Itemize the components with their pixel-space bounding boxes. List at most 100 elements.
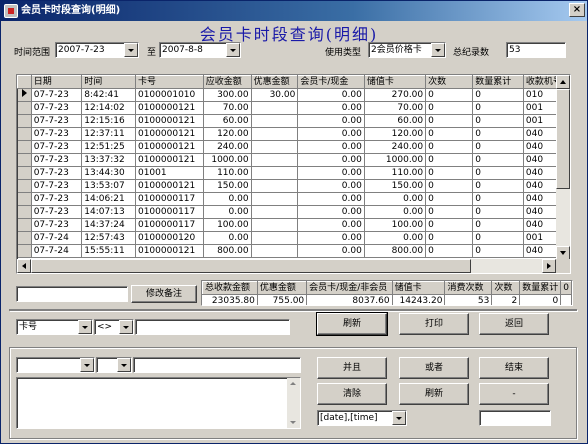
row-indicator[interactable]: [17, 218, 32, 232]
table-cell[interactable]: 0: [425, 244, 474, 258]
table-cell[interactable]: [251, 127, 299, 141]
table-cell[interactable]: 0.00: [297, 88, 365, 102]
refresh-button[interactable]: 刷新: [316, 312, 388, 336]
order-by-dropdown-icon[interactable]: [392, 411, 406, 425]
table-cell[interactable]: 240.00: [364, 140, 427, 154]
query-operator-select[interactable]: <>: [94, 319, 134, 335]
row-indicator[interactable]: [17, 179, 32, 193]
vertical-scrollbar[interactable]: [556, 75, 570, 260]
table-cell[interactable]: 0: [425, 88, 474, 102]
table-cell[interactable]: 07-7-23: [31, 88, 83, 102]
table-cell[interactable]: 0100000117: [135, 192, 204, 206]
column-header[interactable]: 会员卡/现金: [297, 75, 365, 89]
table-cell[interactable]: 07-7-23: [31, 114, 83, 128]
table-cell[interactable]: [251, 179, 299, 193]
row-indicator[interactable]: [17, 88, 32, 102]
row-indicator[interactable]: [17, 114, 32, 128]
column-header[interactable]: 次数: [425, 75, 474, 89]
column-header[interactable]: 应收金额: [202, 75, 252, 89]
table-cell[interactable]: 300.00: [203, 88, 252, 102]
table-cell[interactable]: 12:51:25: [81, 140, 136, 154]
table-row[interactable]: 07-7-24 15:55:11 0100000121 800.00 0.00 800.0…: [17, 244, 570, 258]
table-cell[interactable]: 07-7-23: [31, 218, 83, 232]
query-field-dropdown-icon[interactable]: [78, 320, 92, 334]
table-cell[interactable]: 12:15:16: [81, 114, 136, 128]
table-cell[interactable]: [251, 205, 299, 219]
condition-scrollbar[interactable]: [287, 378, 300, 428]
table-row[interactable]: 07-7-23 13:37:32 0100000121 1000.00 0.00 1000…: [17, 153, 570, 167]
table-cell[interactable]: 0: [425, 192, 474, 206]
table-cell[interactable]: 0: [425, 114, 474, 128]
table-cell[interactable]: 120.00: [364, 127, 427, 141]
row-indicator[interactable]: [17, 244, 32, 258]
table-cell[interactable]: 14:07:13: [81, 205, 136, 219]
table-cell[interactable]: 0: [472, 114, 524, 128]
scroll-down-button[interactable]: [556, 246, 570, 260]
table-cell[interactable]: 0100000121: [135, 114, 204, 128]
table-row[interactable]: 07-7-23 12:14:02 0100000121 70.00 0.00 70.00 0…: [17, 101, 570, 115]
table-cell[interactable]: 07-7-23: [31, 166, 83, 180]
row-indicator[interactable]: [17, 153, 32, 167]
table-cell[interactable]: 0: [425, 127, 474, 141]
table-cell[interactable]: 0100000121: [135, 179, 204, 193]
table-cell[interactable]: 07-7-23: [31, 153, 83, 167]
table-cell[interactable]: 0100000117: [135, 205, 204, 219]
table-cell[interactable]: 0.00: [297, 179, 365, 193]
table-cell[interactable]: 0: [472, 101, 524, 115]
table-cell[interactable]: 0: [472, 166, 524, 180]
table-cell[interactable]: 07-7-23: [31, 127, 83, 141]
date-from-picker[interactable]: 2007-7-23: [55, 42, 139, 58]
table-cell[interactable]: 07-7-23: [31, 101, 83, 115]
table-cell[interactable]: 0: [425, 101, 474, 115]
query-value-input[interactable]: [135, 319, 290, 335]
table-row[interactable]: 07-7-23 14:37:24 0100000117 100.00 0.00 100.0…: [17, 218, 570, 232]
back-button[interactable]: 返回: [479, 313, 549, 335]
date-to-picker[interactable]: 2007-8-8: [159, 42, 241, 58]
table-cell[interactable]: 240.00: [203, 140, 252, 154]
table-cell[interactable]: 0.00: [297, 101, 365, 115]
table-cell[interactable]: 30.00: [251, 88, 299, 102]
table-cell[interactable]: [251, 114, 299, 128]
edit-remark-button[interactable]: 修改备注: [131, 285, 197, 303]
clear-button[interactable]: 清除: [317, 383, 387, 405]
row-indicator[interactable]: [17, 192, 32, 206]
table-cell[interactable]: 0100000121: [135, 101, 204, 115]
table-cell[interactable]: 0100000120: [135, 231, 204, 245]
table-cell[interactable]: 0: [425, 153, 474, 167]
table-cell[interactable]: 110.00: [364, 166, 427, 180]
query-field-select[interactable]: 卡号: [16, 319, 93, 335]
table-cell[interactable]: [251, 166, 299, 180]
table-cell[interactable]: [251, 192, 299, 206]
dash-button[interactable]: -: [479, 383, 549, 405]
column-header[interactable]: 优惠金额: [250, 75, 299, 89]
table-cell[interactable]: 13:37:32: [81, 153, 136, 167]
close-button[interactable]: ×: [569, 3, 585, 17]
table-cell[interactable]: 8:42:41: [81, 88, 136, 102]
table-cell[interactable]: 0.00: [297, 114, 365, 128]
table-row[interactable]: 07-7-23 14:07:13 0100000117 0.00 0.00 0.00 0 0 0…: [17, 205, 570, 219]
and-button[interactable]: 并且: [317, 357, 387, 379]
builder-value-input[interactable]: [133, 357, 301, 373]
condition-textarea[interactable]: [16, 377, 301, 429]
table-cell[interactable]: 800.00: [203, 244, 252, 258]
table-cell[interactable]: 0.00: [203, 231, 252, 245]
table-cell[interactable]: 150.00: [203, 179, 252, 193]
builder-right-input[interactable]: [479, 410, 551, 426]
table-cell[interactable]: 12:14:02: [81, 101, 136, 115]
scroll-left-button[interactable]: [17, 259, 31, 273]
table-cell[interactable]: 0.00: [297, 231, 365, 245]
table-cell[interactable]: 270.00: [364, 88, 427, 102]
table-cell[interactable]: 800.00: [364, 244, 427, 258]
horizontal-scrollbar[interactable]: [17, 259, 556, 273]
table-cell[interactable]: 0100000121: [135, 140, 204, 154]
column-header[interactable]: 储值卡: [363, 75, 427, 89]
table-cell[interactable]: 0: [472, 88, 524, 102]
table-cell[interactable]: 0.00: [297, 153, 365, 167]
table-cell[interactable]: 0100000121: [135, 153, 204, 167]
query-operator-dropdown-icon[interactable]: [119, 320, 133, 334]
table-cell[interactable]: 15:55:11: [81, 244, 136, 258]
table-cell[interactable]: 07-7-23: [31, 140, 83, 154]
table-cell[interactable]: 0: [425, 140, 474, 154]
table-cell[interactable]: 12:37:11: [81, 127, 136, 141]
table-cell[interactable]: 0: [425, 231, 474, 245]
